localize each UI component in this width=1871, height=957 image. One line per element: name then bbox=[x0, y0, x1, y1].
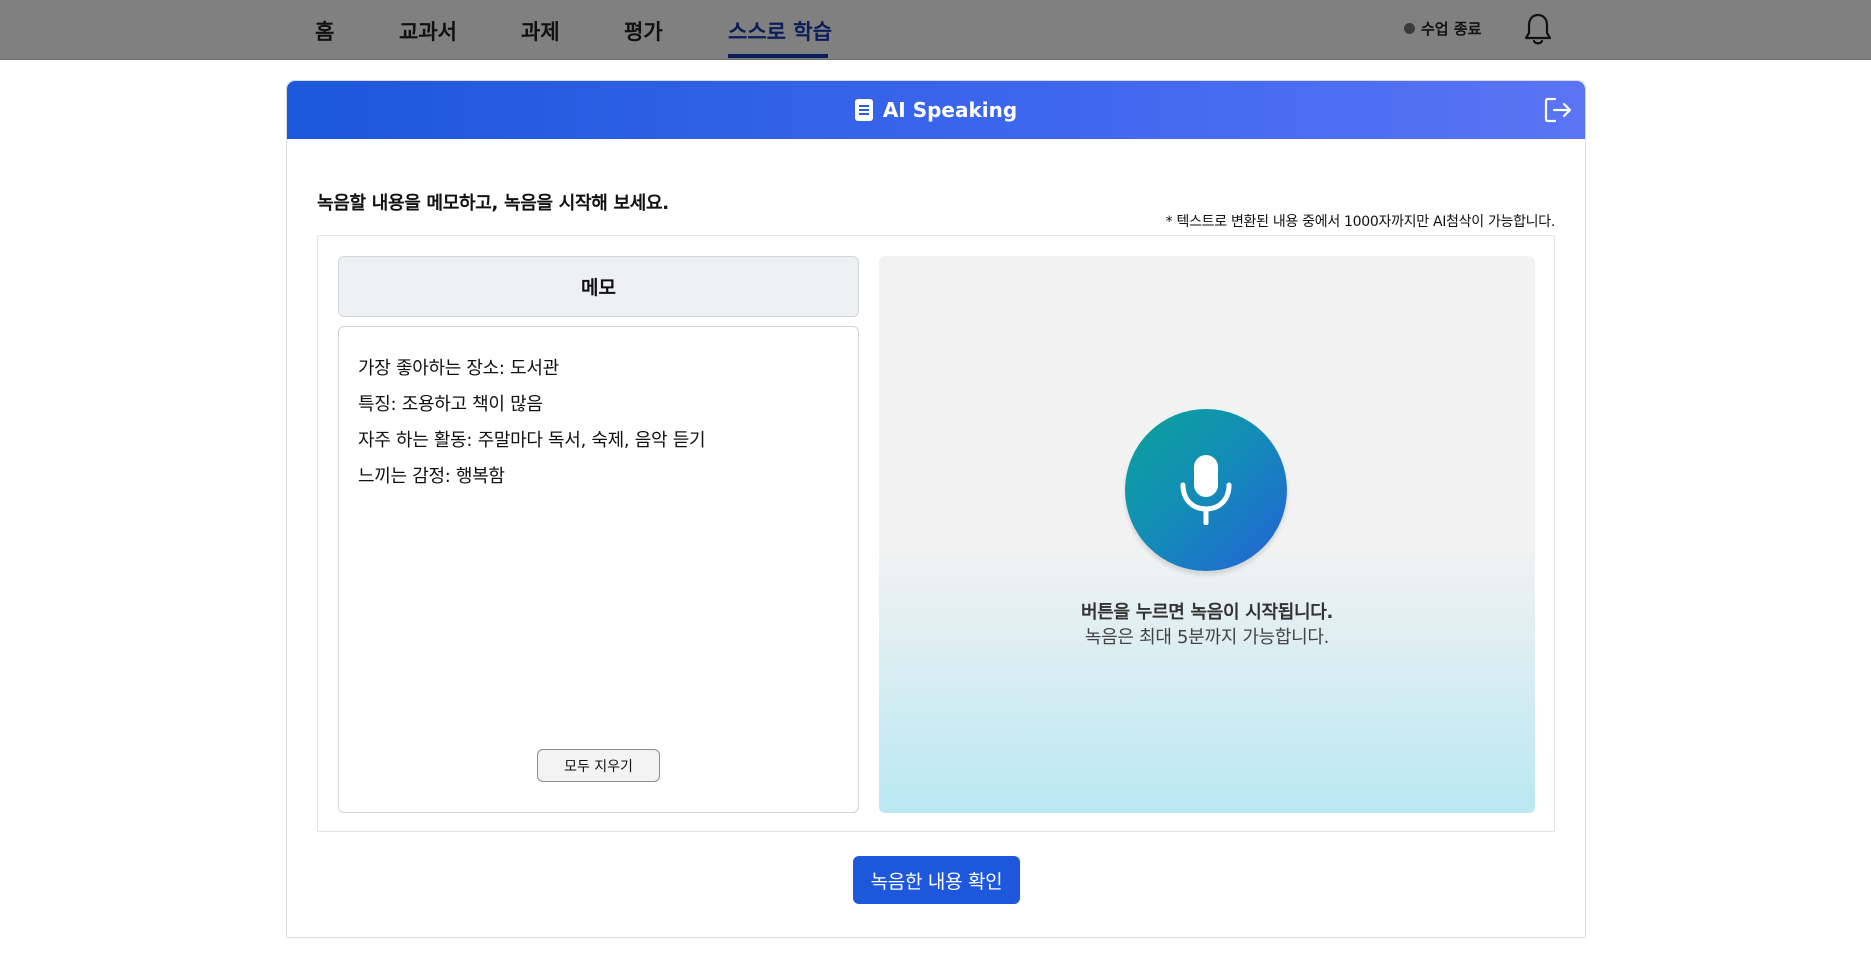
nav-item-self-study[interactable]: 스스로 학습 bbox=[728, 16, 832, 46]
document-icon bbox=[854, 99, 873, 121]
active-tab-indicator bbox=[728, 54, 828, 58]
recording-panel: 버튼을 누르면 녹음이 시작됩니다. 녹음은 최대 5분까지 가능합니다. bbox=[879, 256, 1535, 813]
instruction-text: 녹음할 내용을 메모하고, 녹음을 시작해 보세요. bbox=[317, 193, 669, 214]
memo-line: 자주 하는 활동: 주말마다 독서, 숙제, 음악 듣기 bbox=[358, 430, 706, 451]
ai-correction-note: * 텍스트로 변환된 내용 중에서 1000자까지만 AI첨삭이 가능합니다. bbox=[1165, 214, 1556, 230]
bell-icon[interactable] bbox=[1523, 12, 1553, 46]
microphone-icon bbox=[1180, 455, 1232, 525]
clear-all-button[interactable]: 모두 지우기 bbox=[537, 749, 660, 782]
memo-line: 느끼는 감정: 행복함 bbox=[358, 466, 505, 487]
class-end-button[interactable]: 수업 종료 bbox=[1404, 18, 1481, 39]
card-header: AI Speaking bbox=[287, 81, 1585, 139]
confirm-recording-button[interactable]: 녹음한 내용 확인 bbox=[853, 856, 1020, 904]
page-title: AI Speaking bbox=[882, 98, 1018, 122]
memo-content[interactable]: 가장 좋아하는 장소: 도서관 특징: 조용하고 책이 많음 자주 하는 활동:… bbox=[358, 351, 838, 495]
memo-line: 특징: 조용하고 책이 많음 bbox=[358, 394, 543, 415]
recording-hint: 버튼을 누르면 녹음이 시작됩니다. bbox=[1080, 602, 1334, 623]
exit-icon[interactable] bbox=[1543, 95, 1573, 125]
nav-item-assignment[interactable]: 과제 bbox=[521, 16, 560, 46]
memo-line: 가장 좋아하는 장소: 도서관 bbox=[358, 358, 559, 379]
record-button[interactable] bbox=[1125, 409, 1287, 571]
class-end-label: 수업 종료 bbox=[1421, 20, 1482, 38]
nav-item-textbook[interactable]: 교과서 bbox=[399, 16, 457, 46]
header-title-group: AI Speaking bbox=[287, 81, 1585, 139]
content-box: 메모 가장 좋아하는 장소: 도서관 특징: 조용하고 책이 많음 자주 하는 … bbox=[317, 235, 1555, 832]
top-navigation-bar: 홈 교과서 과제 평가 스스로 학습 수업 종료 bbox=[0, 0, 1871, 60]
status-dot-icon bbox=[1404, 23, 1415, 34]
memo-textarea[interactable]: 가장 좋아하는 장소: 도서관 특징: 조용하고 책이 많음 자주 하는 활동:… bbox=[338, 326, 859, 813]
recording-limit: 녹음은 최대 5분까지 가능합니다. bbox=[1084, 627, 1330, 648]
nav-item-home[interactable]: 홈 bbox=[315, 16, 334, 46]
nav-item-evaluation[interactable]: 평가 bbox=[624, 16, 663, 46]
memo-title: 메모 bbox=[338, 256, 859, 317]
ai-speaking-card: AI Speaking 녹음할 내용을 메모하고, 녹음을 시작해 보세요. *… bbox=[286, 80, 1586, 938]
